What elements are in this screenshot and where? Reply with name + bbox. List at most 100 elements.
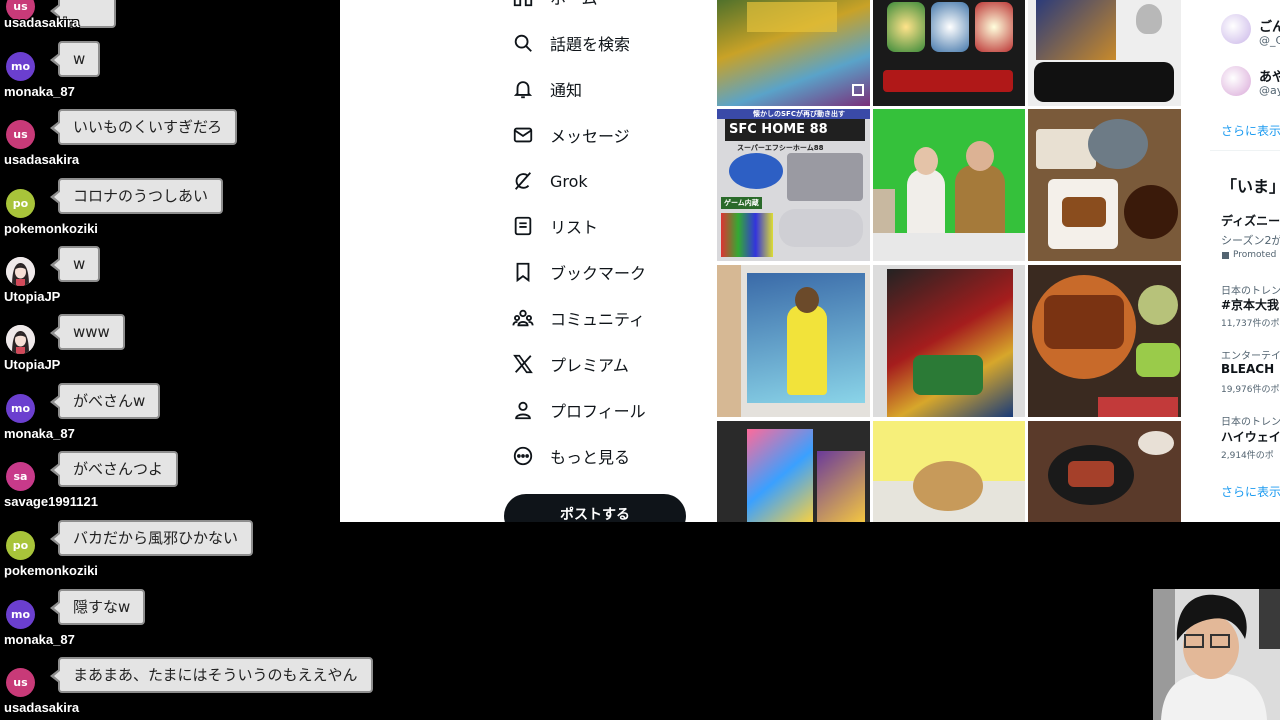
media-tile[interactable]: [873, 265, 1025, 417]
trend-item[interactable]: ディズニー シーズン2が Promoted: [1210, 212, 1280, 262]
trend-count: 2,914件のポ: [1221, 451, 1274, 461]
media-tile[interactable]: [717, 265, 870, 417]
promoted-icon: [1222, 252, 1229, 259]
chat-username: usadasakira: [4, 15, 80, 30]
anime-avatar-icon: [6, 257, 35, 286]
nav-item-grok[interactable]: Grok: [512, 166, 588, 196]
tile-caption: ゲーム内蔵: [721, 197, 762, 209]
chat-bubble: www: [50, 314, 125, 350]
nav-item-notifications[interactable]: 通知: [512, 74, 582, 104]
follow-suggestion[interactable]: ごん @_C: [1210, 10, 1280, 50]
tile-caption: スーパーエフシーホーム88: [737, 144, 824, 152]
webcam-image: [1153, 589, 1280, 720]
chat-bubble: w: [49, 41, 101, 77]
nav-label: もっと見る: [550, 448, 631, 467]
media-tile[interactable]: [873, 109, 1025, 261]
follow-handle: @ay: [1259, 84, 1280, 97]
avatar: mo: [6, 600, 35, 629]
chat-username: monaka_87: [4, 84, 75, 99]
nav-item-communities[interactable]: コミュニティ: [512, 303, 645, 333]
media-tile[interactable]: 懐かしのSFCが再び動き出す SFC HOME 88 スーパーエフシーホーム88…: [717, 109, 870, 261]
avatar: us: [6, 668, 35, 697]
chat-username: usadasakira: [4, 700, 80, 715]
avatar: [1221, 14, 1251, 44]
nav-item-premium[interactable]: プレミアム: [512, 349, 629, 379]
community-icon: [512, 307, 534, 329]
nav-label: Grok: [550, 171, 588, 191]
nav-item-bookmarks[interactable]: ブックマーク: [512, 257, 646, 287]
avatar: mo: [6, 394, 35, 423]
nav-item-profile[interactable]: プロフィール: [512, 395, 646, 425]
chat-bubble: コロナのうつしあい: [49, 178, 224, 214]
more-icon: [512, 445, 534, 467]
mail-icon: [512, 124, 534, 146]
tile-caption: 懐かしのSFCが再び動き出す: [753, 110, 845, 118]
trend-title: ハイウェイ: [1221, 430, 1280, 444]
post-button[interactable]: ポストする: [504, 494, 686, 522]
nav-label: ブックマーク: [550, 264, 647, 283]
nav-item-home[interactable]: ホーム: [512, 0, 598, 12]
chat-username: monaka_87: [4, 426, 75, 441]
nav-label: プロフィール: [550, 402, 646, 421]
trend-item[interactable]: 日本のトレン #京本大我 11,737件のポ: [1210, 282, 1280, 332]
avatar: [6, 257, 35, 286]
trend-count: 11,737件のポ: [1221, 319, 1280, 329]
search-icon: [512, 32, 534, 54]
trends-card-divider: [1210, 150, 1280, 160]
media-tile[interactable]: [717, 0, 870, 106]
follow-name: ごん: [1259, 20, 1280, 35]
chat-username: UtopiaJP: [4, 289, 61, 304]
chat-username: pokemonkoziki: [4, 563, 98, 578]
media-tile[interactable]: [873, 421, 1025, 522]
nav-label: メッセージ: [550, 127, 630, 146]
media-tile[interactable]: [873, 0, 1025, 106]
avatar: mo: [6, 52, 35, 81]
media-tile[interactable]: [717, 421, 870, 522]
chat-bubble: 隠すなw: [49, 589, 146, 625]
follow-name: あや: [1259, 70, 1280, 85]
webcam-feed: [1153, 589, 1280, 720]
browser-capture: ホーム 話題を検索 通知 メッセージ Grok: [340, 0, 1280, 522]
grok-icon: [512, 170, 534, 192]
show-more-link[interactable]: さらに表示: [1221, 483, 1280, 500]
media-tile[interactable]: [1028, 265, 1181, 417]
trend-category: エンターテイ: [1221, 351, 1280, 362]
show-more-link[interactable]: さらに表示: [1221, 122, 1280, 139]
follow-handle: @_C: [1259, 34, 1280, 47]
chat-message: po バカだから風邪ひかない pokemonkoziki: [0, 520, 400, 588]
trend-category: 日本のトレン: [1221, 286, 1280, 297]
avatar: us: [6, 120, 35, 149]
chat-bubble: まあまあ、たまにはそういうのもええやん: [50, 657, 373, 693]
list-icon: [512, 215, 534, 237]
nav-item-more[interactable]: もっと見る: [512, 441, 630, 471]
bell-icon: [512, 78, 534, 100]
trends-header: 「いま」: [1221, 177, 1280, 196]
trend-subtitle: シーズン2が: [1221, 234, 1280, 247]
chat-username: usadasakira: [4, 152, 80, 167]
avatar: sa: [6, 462, 35, 491]
profile-icon: [512, 399, 534, 421]
chat-bubble: がべさんw: [49, 383, 161, 419]
chat-bubble: w: [49, 246, 101, 282]
trend-item[interactable]: エンターテイ BLEACH 19,976件のポ: [1210, 347, 1280, 397]
nav-item-messages[interactable]: メッセージ: [512, 120, 630, 150]
avatar: po: [6, 531, 35, 560]
chat-bubble: バカだから風邪ひかない: [49, 520, 254, 556]
media-tile[interactable]: [1028, 421, 1181, 522]
trend-title: #京本大我: [1221, 298, 1280, 312]
chat-message: mo 隠すなw monaka_87: [0, 589, 400, 657]
nav-item-lists[interactable]: リスト: [512, 211, 598, 241]
nav-label: ホーム: [550, 0, 598, 9]
avatar: [6, 325, 35, 354]
nav-label: プレミアム: [550, 356, 629, 375]
nav-label: 話題を検索: [550, 35, 631, 54]
trend-item[interactable]: 日本のトレン ハイウェイ 2,914件のポ: [1210, 413, 1280, 463]
nav-item-explore[interactable]: 話題を検索: [512, 28, 630, 58]
chat-bubble: いいものくいすぎだろ: [49, 109, 238, 145]
right-column: ごん @_C あや @ay さらに表示 「いま」 ディズニー シーズン2が Pr…: [1210, 0, 1280, 522]
avatar: [1221, 66, 1251, 96]
media-tile[interactable]: [1028, 0, 1181, 106]
media-tile[interactable]: [1028, 109, 1181, 261]
chat-username: UtopiaJP: [4, 357, 61, 372]
follow-suggestion[interactable]: あや @ay: [1210, 62, 1280, 102]
